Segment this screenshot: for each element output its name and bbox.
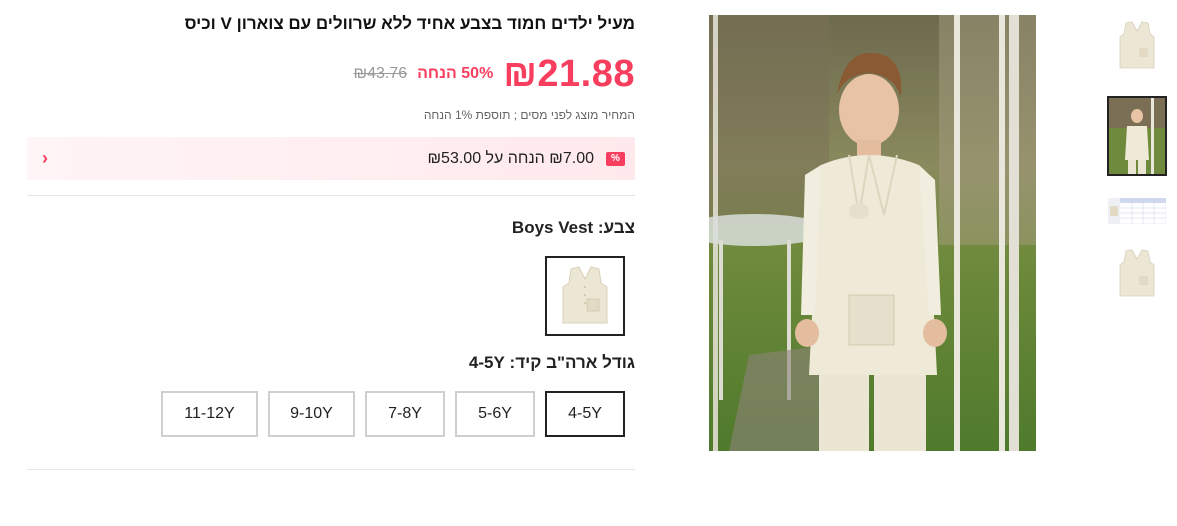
boy-wearing-vest-photo: [709, 15, 1036, 451]
chevron-left-icon[interactable]: ‹: [42, 148, 48, 169]
divider: [27, 195, 635, 196]
thumbnail-vest-back[interactable]: [1107, 244, 1167, 304]
promo-text: ₪7.00 הנחה על ₪53.00: [427, 149, 594, 167]
vest-front-thumbnail-image: [1119, 21, 1155, 69]
thumbnail-boy-wearing-vest[interactable]: [1107, 96, 1167, 176]
original-price: ₪43.76: [353, 65, 408, 82]
size-option-4-5y[interactable]: 4-5Y: [545, 391, 625, 437]
size-option-11-12y[interactable]: 11-12Y: [161, 391, 258, 437]
discount-label: 50% הנחה: [417, 65, 494, 82]
size-value: 4-5Y: [468, 353, 505, 372]
boy-thumbnail-image: [1109, 98, 1165, 174]
divider: [27, 469, 635, 470]
price-row: ₪21.88 50% הנחה ₪43.76: [353, 52, 635, 96]
size-options: 4-5Y 5-6Y 7-8Y 9-10Y 11-12Y: [161, 391, 625, 437]
size-label-text: גודל ארה"ב קיד:: [509, 353, 635, 372]
size-label: גודל ארה"ב קיד: 4-5Y: [469, 353, 635, 373]
vest-swatch-image: [562, 266, 608, 324]
size-option-7-8y[interactable]: 7-8Y: [365, 391, 445, 437]
size-option-5-6y[interactable]: 5-6Y: [455, 391, 535, 437]
percent-badge-icon: %: [606, 151, 625, 166]
tax-note: המחיר מוצג לפני מסים ; תוספת 1% הנחה: [423, 108, 635, 122]
color-value: Boys Vest: [511, 218, 594, 237]
product-info-panel: מעיל ילדים חמוד בצבע אחיד ללא שרוולים עם…: [27, 0, 635, 526]
vest-back-thumbnail-image: [1119, 249, 1155, 297]
product-title: מעיל ילדים חמוד בצבע אחיד ללא שרוולים עם…: [184, 14, 635, 33]
color-swatch-boys-vest[interactable]: [545, 256, 625, 336]
main-product-image[interactable]: [709, 15, 1036, 451]
thumbnail-vest-front[interactable]: [1107, 16, 1167, 76]
color-label: צבע: Boys Vest: [512, 218, 635, 238]
color-label-text: צבע:: [597, 218, 635, 237]
size-chart-thumbnail-image: [1108, 198, 1166, 224]
current-price: ₪21.88: [503, 52, 635, 95]
promo-banner[interactable]: % ₪7.00 הנחה על ₪53.00 ‹: [27, 137, 635, 180]
size-option-9-10y[interactable]: 9-10Y: [268, 391, 355, 437]
thumbnail-size-chart[interactable]: [1107, 196, 1167, 226]
